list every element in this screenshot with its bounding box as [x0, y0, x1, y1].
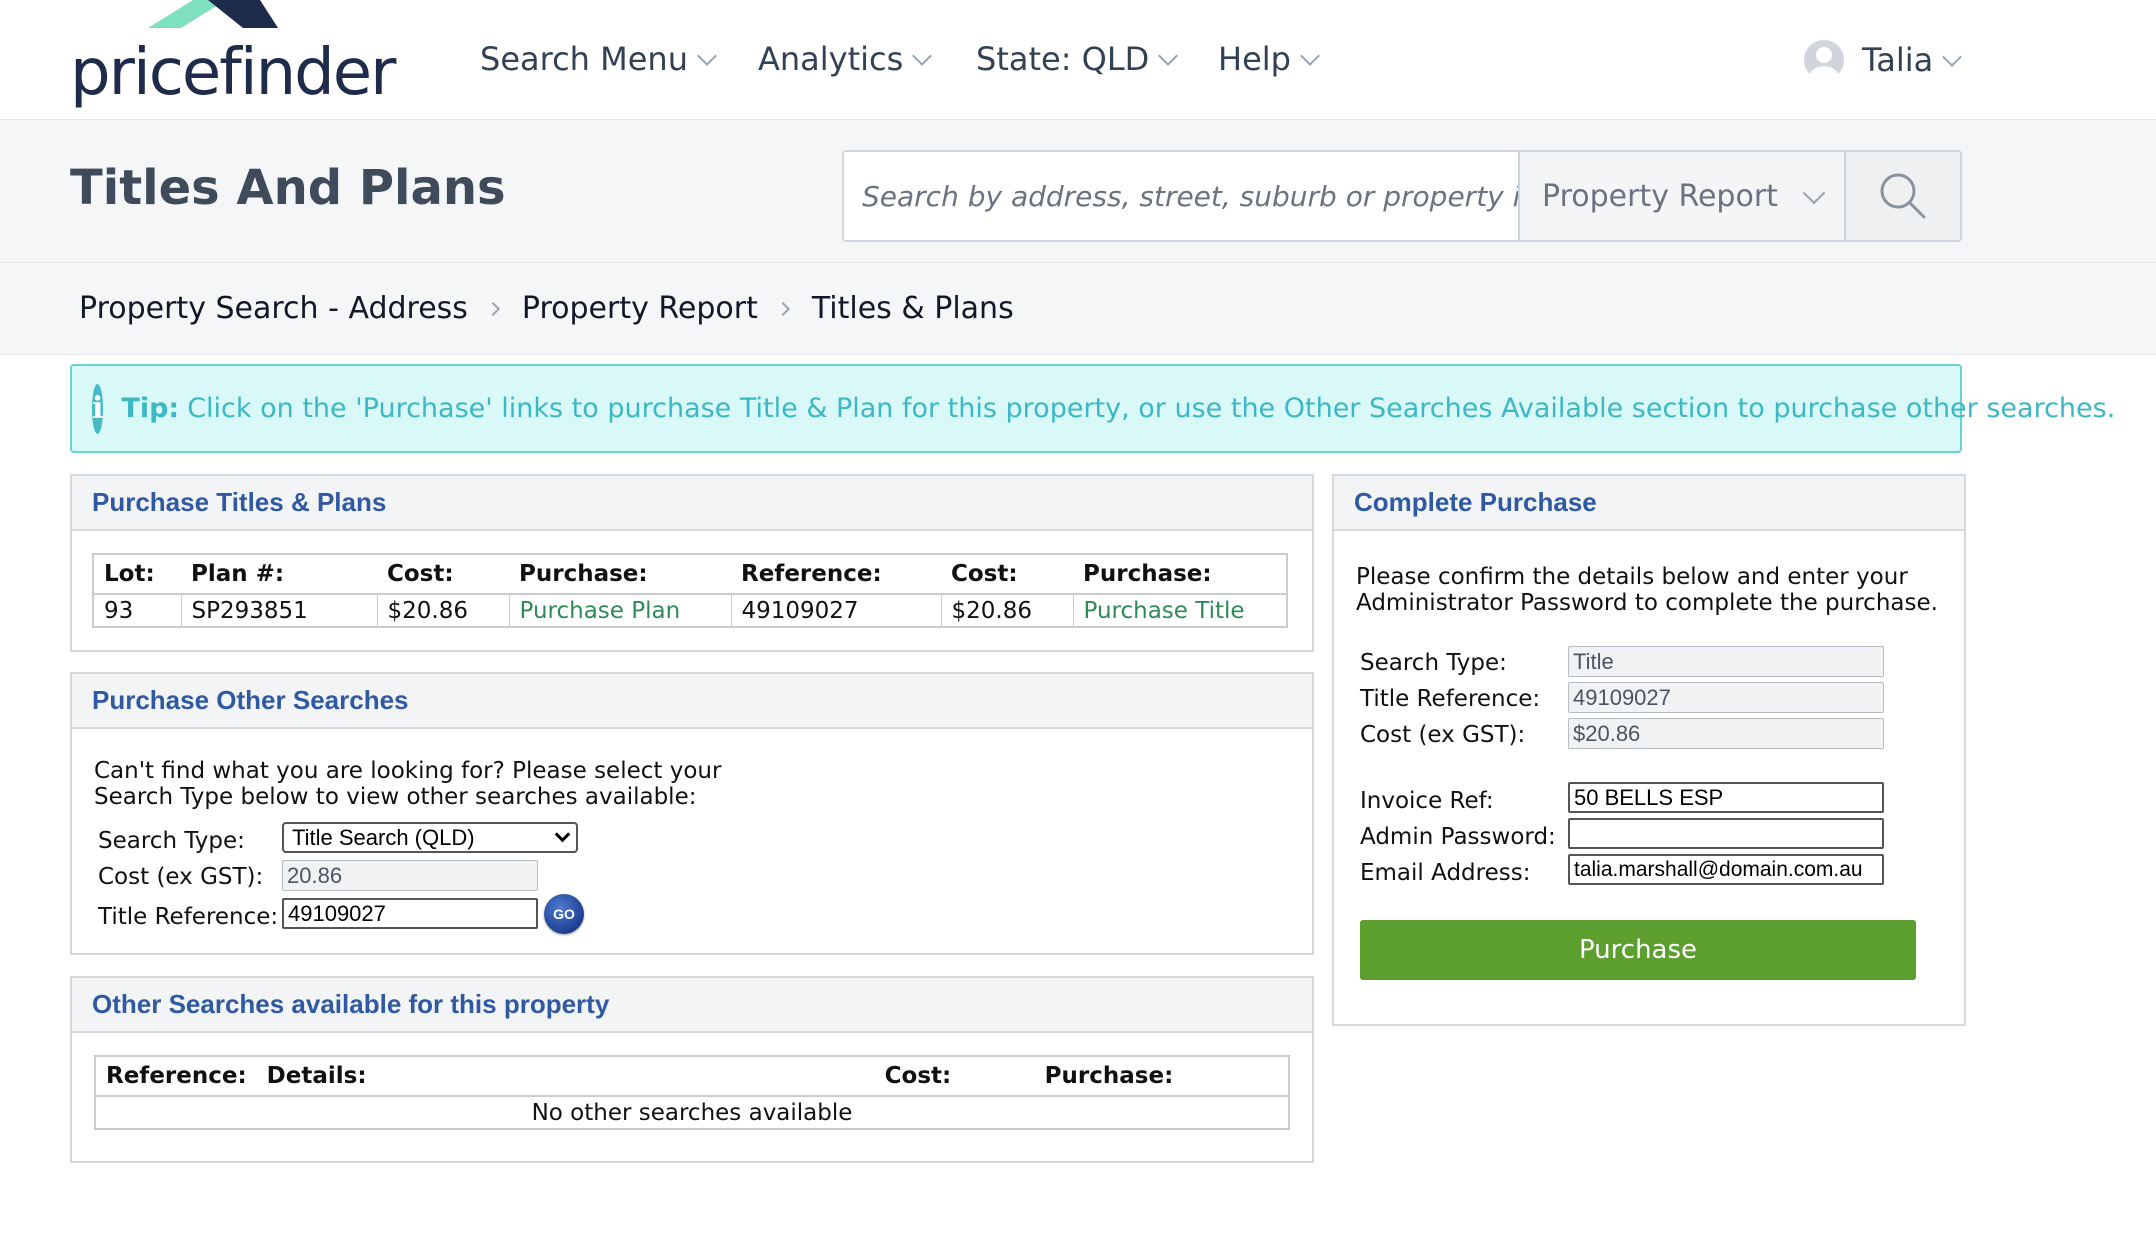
- chevron-down-icon: [1802, 181, 1826, 205]
- page-header: Titles And Plans Property Report: [0, 120, 2156, 263]
- search-type-select[interactable]: Title Search (QLD): [282, 822, 578, 853]
- search-type-value: Title Search (QLD): [292, 824, 475, 850]
- col-title-cost: Cost:: [941, 554, 1073, 595]
- chevron-right-icon: [775, 301, 790, 316]
- cp-title-reference-field: 49109027: [1568, 682, 1884, 713]
- cp-title-reference-label: Title Reference:: [1360, 686, 1541, 712]
- nav-help-label: Help: [1218, 40, 1291, 78]
- property-search-bar: Property Report: [842, 150, 1962, 242]
- email-address-input[interactable]: talia.marshall@domain.com.au: [1568, 854, 1884, 885]
- search-button[interactable]: [1844, 152, 1960, 240]
- col-plan-cost: Cost:: [377, 554, 509, 595]
- admin-password-label: Admin Password:: [1360, 824, 1556, 850]
- logo-text: pricefinder: [70, 36, 396, 110]
- purchase-titles-plans-panel: Purchase Titles & Plans Lot: Plan #: Cos…: [70, 474, 1314, 652]
- tip-label: Tip:: [121, 393, 180, 424]
- table-header-row: Lot: Plan #: Cost: Purchase: Reference: …: [93, 554, 1287, 595]
- invoice-ref-label: Invoice Ref:: [1360, 788, 1494, 814]
- nav-analytics-label: Analytics: [758, 40, 904, 78]
- breadcrumb-titles-plans: Titles & Plans: [811, 291, 1014, 326]
- user-name: Talia: [1862, 41, 1934, 79]
- top-navigation: pricefinder Search Menu Analytics State:…: [0, 0, 2156, 120]
- chevron-down-icon: [912, 46, 933, 66]
- complete-intro-2: Administrator Password to complete the p…: [1356, 590, 1938, 616]
- chevron-down-icon: [697, 46, 717, 66]
- nav-search-menu-label: Search Menu: [480, 40, 688, 78]
- search-input[interactable]: [844, 152, 1518, 240]
- cp-cost-field: $20.86: [1568, 718, 1884, 749]
- nav-state[interactable]: State: QLD: [976, 40, 1179, 78]
- cost-field: 20.86: [282, 860, 538, 891]
- email-address-label: Email Address:: [1360, 860, 1531, 886]
- chevron-down-icon: [1158, 46, 1179, 66]
- purchase-plan-link[interactable]: Purchase Plan: [509, 594, 732, 627]
- nav-search-menu[interactable]: Search Menu: [480, 40, 717, 78]
- table-row: No other searches available: [95, 1096, 1289, 1129]
- col-lot: Lot:: [93, 554, 181, 595]
- cp-search-type-label: Search Type:: [1360, 650, 1507, 676]
- user-menu[interactable]: Talia: [1804, 40, 1963, 80]
- panel-heading: Other Searches available for this proper…: [72, 978, 1312, 1033]
- table-row: 93 SP293851 $20.86 Purchase Plan 4910902…: [93, 594, 1287, 627]
- purchase-title-link[interactable]: Purchase Title: [1073, 594, 1287, 627]
- report-type-value: Property Report: [1542, 178, 1778, 214]
- titles-plans-table: Lot: Plan #: Cost: Purchase: Reference: …: [92, 553, 1288, 628]
- avatar-icon: [1804, 40, 1844, 80]
- other-searches-available-panel: Other Searches available for this proper…: [70, 976, 1314, 1163]
- nav-help[interactable]: Help: [1218, 40, 1320, 78]
- panel-heading: Purchase Other Searches: [72, 674, 1312, 729]
- logo-roof-icon: [148, 0, 278, 28]
- panel-heading: Complete Purchase: [1334, 476, 1964, 531]
- page-title: Titles And Plans: [70, 160, 506, 216]
- purchase-button[interactable]: Purchase: [1360, 920, 1916, 980]
- col-cost: Cost:: [874, 1056, 1035, 1097]
- purchase-other-searches-panel: Purchase Other Searches Can't find what …: [70, 672, 1314, 955]
- cell-plan: SP293851: [181, 594, 378, 627]
- nav-state-label: State: QLD: [976, 40, 1150, 78]
- complete-intro-1: Please confirm the details below and ent…: [1356, 564, 1908, 590]
- col-title-purchase: Purchase:: [1073, 554, 1287, 595]
- col-reference: Reference:: [95, 1056, 257, 1097]
- tip-text: Click on the 'Purchase' links to purchas…: [187, 393, 2116, 424]
- cp-cost-label: Cost (ex GST):: [1360, 722, 1526, 748]
- chevron-down-icon: [554, 826, 571, 843]
- breadcrumb: Property Search - Address Property Repor…: [0, 263, 2156, 355]
- empty-message: No other searches available: [531, 1099, 853, 1126]
- title-reference-label: Title Reference:: [98, 904, 279, 930]
- other-searches-intro-1: Can't find what you are looking for? Ple…: [94, 758, 722, 784]
- go-button[interactable]: GO: [544, 894, 584, 934]
- title-reference-input[interactable]: 49109027: [282, 898, 538, 929]
- nav-analytics[interactable]: Analytics: [758, 40, 933, 78]
- chevron-right-icon: [485, 301, 500, 316]
- col-reference: Reference:: [731, 554, 941, 595]
- cp-search-type-field: Title: [1568, 646, 1884, 677]
- tip-banner: i Tip: Click on the 'Purchase' links to …: [70, 364, 2115, 453]
- cell-title-cost: $20.86: [941, 594, 1074, 627]
- info-icon: i: [92, 383, 104, 434]
- table-header-row: Reference: Details: Cost: Purchase:: [95, 1056, 1289, 1097]
- cell-plan-cost: $20.86: [377, 594, 510, 627]
- col-purchase: Purchase:: [1034, 1056, 1289, 1097]
- breadcrumb-property-report[interactable]: Property Report: [522, 291, 758, 326]
- col-details: Details:: [256, 1056, 875, 1097]
- cell-reference: 49109027: [731, 594, 942, 627]
- breadcrumb-property-search[interactable]: Property Search - Address: [79, 291, 468, 326]
- chevron-down-icon: [1300, 46, 1320, 66]
- search-icon: [1880, 173, 1926, 219]
- col-plan-purchase: Purchase:: [509, 554, 731, 595]
- other-searches-intro-2: Search Type below to view other searches…: [94, 784, 697, 810]
- pricefinder-logo[interactable]: pricefinder: [70, 0, 396, 118]
- cost-label: Cost (ex GST):: [98, 864, 264, 890]
- invoice-ref-input[interactable]: 50 BELLS ESP: [1568, 782, 1884, 813]
- available-searches-table: Reference: Details: Cost: Purchase: No o…: [94, 1055, 1290, 1130]
- panel-heading: Purchase Titles & Plans: [72, 476, 1312, 531]
- cell-lot: 93: [93, 594, 182, 627]
- report-type-select[interactable]: Property Report: [1518, 152, 1844, 240]
- admin-password-input[interactable]: [1568, 818, 1884, 849]
- col-plan: Plan #:: [181, 554, 377, 595]
- chevron-down-icon: [1942, 47, 1963, 67]
- search-type-label: Search Type:: [98, 828, 245, 854]
